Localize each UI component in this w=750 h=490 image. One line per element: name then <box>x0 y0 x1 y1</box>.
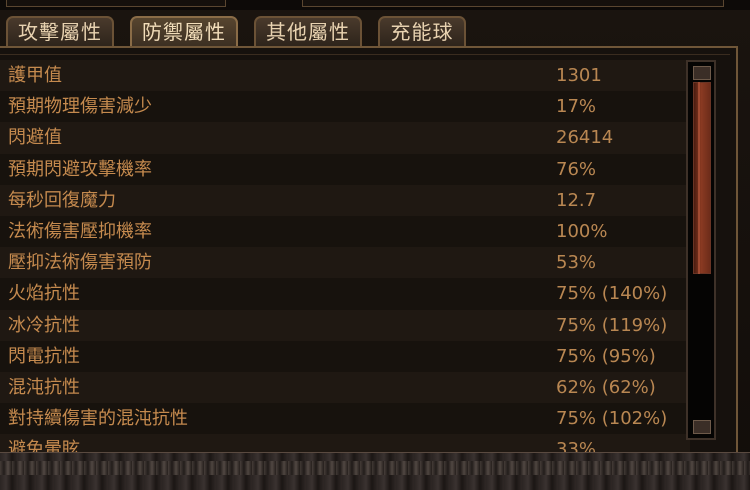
stat-value: 76% <box>556 158 597 180</box>
tab-defence[interactable]: 防禦屬性 <box>130 16 238 46</box>
stat-label: 法術傷害壓抑機率 <box>8 220 152 242</box>
stat-label: 冰冷抗性 <box>8 314 80 336</box>
stat-value: 75% (95%) <box>556 345 656 367</box>
ornament-band <box>0 461 750 475</box>
scroll-cap-top-icon <box>693 66 711 80</box>
scroll-cap-bottom-icon <box>693 420 711 434</box>
stat-row: 護甲值 1301 <box>0 60 690 92</box>
character-stats-window: 攻擊屬性 防禦屬性 其他屬性 充能球 護甲值 1301 預期物理傷害減少 17% 閃… <box>0 0 750 490</box>
stat-row: 預期物理傷害減少 17% <box>0 91 690 123</box>
stat-row: 火焰抗性 75% (140%) <box>0 278 690 310</box>
stat-label: 壓抑法術傷害預防 <box>8 252 152 274</box>
stat-label: 火焰抗性 <box>8 283 80 305</box>
stat-label: 對持續傷害的混沌抗性 <box>8 408 188 430</box>
stat-label: 閃電抗性 <box>8 345 80 367</box>
scroll-thumb[interactable] <box>693 82 711 274</box>
stat-value: 75% (119%) <box>556 314 668 336</box>
stat-row: 對持續傷害的混沌抗性 75% (102%) <box>0 403 690 435</box>
stat-label: 預期閃避攻擊機率 <box>8 158 152 180</box>
stat-label: 閃避值 <box>8 127 62 149</box>
stat-label: 每秒回復魔力 <box>8 189 116 211</box>
stat-value: 33% <box>556 439 597 452</box>
stat-value: 62% (62%) <box>556 376 656 398</box>
stat-row: 避免暈眩 33% <box>0 434 690 452</box>
stat-value: 100% <box>556 220 608 242</box>
stat-row: 每秒回復魔力 12.7 <box>0 184 690 216</box>
defence-stats-panel: 護甲值 1301 預期物理傷害減少 17% 閃避值 26414 預期閃避攻擊機率 76%… <box>0 46 738 452</box>
stat-row: 壓抑法術傷害預防 53% <box>0 247 690 279</box>
stat-value: 12.7 <box>556 189 597 211</box>
stat-value: 1301 <box>556 65 602 86</box>
tab-misc[interactable]: 其他屬性 <box>254 16 362 46</box>
stat-row: 法術傷害壓抑機率 100% <box>0 215 690 248</box>
stat-value: 17% <box>556 96 597 118</box>
stat-row: 預期閃避攻擊機率 76% <box>0 153 690 185</box>
stat-row: 混沌抗性 62% (62%) <box>0 371 690 404</box>
tab-charges[interactable]: 充能球 <box>378 16 466 46</box>
stat-label: 避免暈眩 <box>8 439 80 452</box>
scroll-thumb-highlight <box>698 82 700 274</box>
stat-value: 75% (140%) <box>556 283 668 305</box>
stat-row: 閃電抗性 75% (95%) <box>0 340 690 372</box>
stat-label: 預期物理傷害減少 <box>8 96 152 118</box>
stat-value: 75% (102%) <box>556 408 668 430</box>
stat-row: 閃避值 26414 <box>0 122 690 154</box>
top-ornament <box>0 0 750 10</box>
stat-value: 26414 <box>556 127 614 149</box>
bottom-ornament <box>0 452 750 490</box>
stat-row: 冰冷抗性 75% (119%) <box>0 309 690 341</box>
stats-list[interactable]: 護甲值 1301 預期物理傷害減少 17% 閃避值 26414 預期閃避攻擊機率 76%… <box>0 60 690 452</box>
stat-label: 護甲值 <box>8 65 62 86</box>
stats-scrollbar[interactable] <box>686 60 716 440</box>
stat-label: 混沌抗性 <box>8 376 80 398</box>
stat-value: 53% <box>556 252 597 274</box>
top-slot-left <box>6 0 226 7</box>
tab-offence[interactable]: 攻擊屬性 <box>6 16 114 46</box>
top-slot-right <box>302 0 724 7</box>
